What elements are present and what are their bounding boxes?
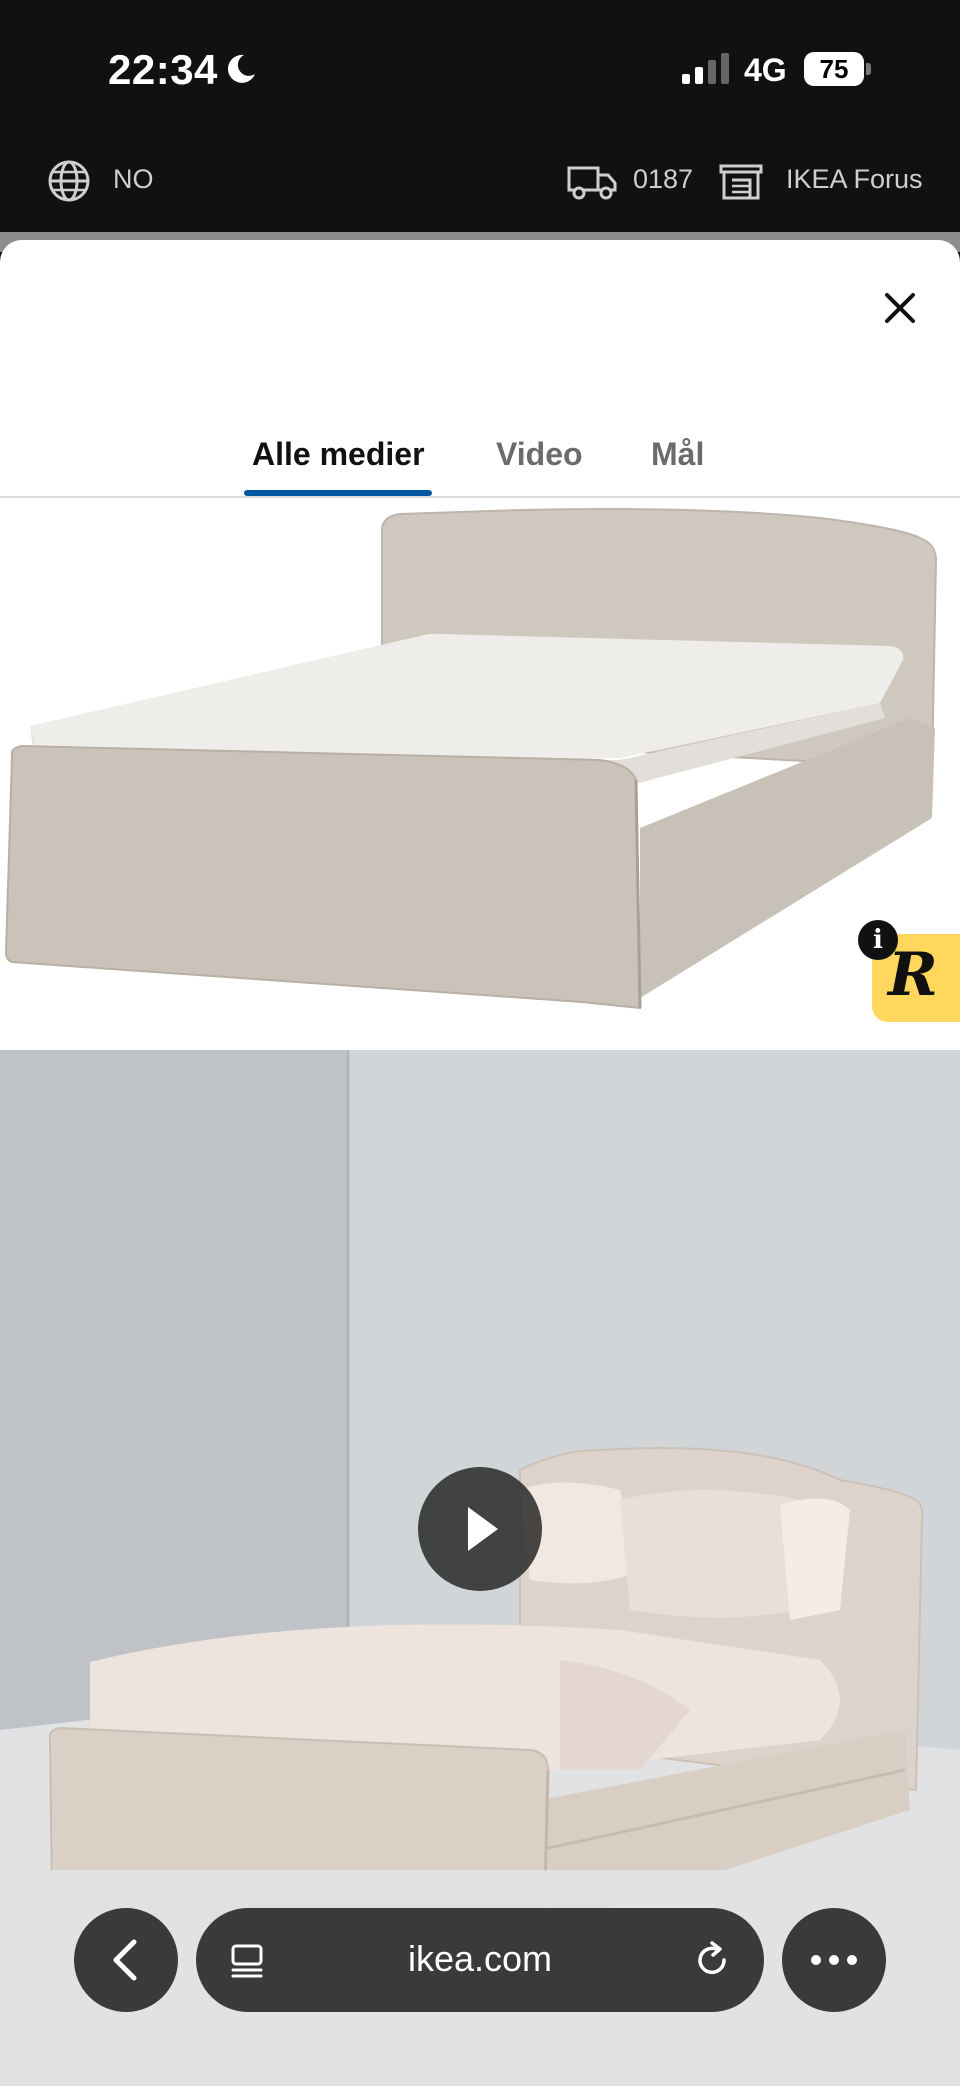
battery-level: 75 [804, 52, 864, 86]
signal-icon [682, 53, 729, 84]
globe-icon[interactable] [46, 158, 92, 204]
truck-icon[interactable] [566, 158, 618, 204]
postcode-label[interactable]: 0187 [633, 164, 693, 195]
reload-icon[interactable] [692, 1940, 732, 1980]
status-bar: 22:34 4G 75 [0, 0, 960, 140]
media-sheet: Alle medier Video Mål R i [0, 240, 960, 2086]
media-tabs: Alle medier Video Mål [0, 380, 960, 498]
active-tab-indicator [244, 490, 432, 496]
battery-cap [866, 63, 871, 75]
moon-icon [227, 54, 255, 83]
extension-logo: R [888, 940, 938, 1010]
network-type: 4G [744, 52, 787, 88]
back-button[interactable] [74, 1908, 178, 2012]
play-button[interactable] [418, 1467, 542, 1591]
battery-indicator: 75 [804, 52, 871, 86]
back-icon [113, 1939, 137, 1981]
play-icon [468, 1507, 498, 1551]
url-text[interactable]: ikea.com [196, 1938, 764, 1980]
info-icon[interactable]: i [858, 920, 898, 960]
store-icon[interactable] [718, 158, 764, 204]
browser-toolbar: ikea.com [0, 1870, 960, 2086]
tab-video[interactable]: Video [496, 436, 583, 473]
more-button[interactable] [782, 1908, 886, 2012]
region-label[interactable]: NO [113, 164, 154, 195]
close-icon[interactable] [872, 280, 928, 336]
product-image-bed[interactable] [0, 498, 960, 1050]
ikea-top-bar: NO 0187 IKEA Forus [0, 140, 960, 232]
address-bar[interactable]: ikea.com [196, 1908, 764, 2012]
more-icon [811, 1955, 857, 1965]
tab-all-media[interactable]: Alle medier [252, 436, 425, 473]
clock: 22:34 [108, 46, 218, 93]
store-label[interactable]: IKEA Forus [786, 164, 923, 195]
tab-dimensions[interactable]: Mål [651, 436, 704, 473]
